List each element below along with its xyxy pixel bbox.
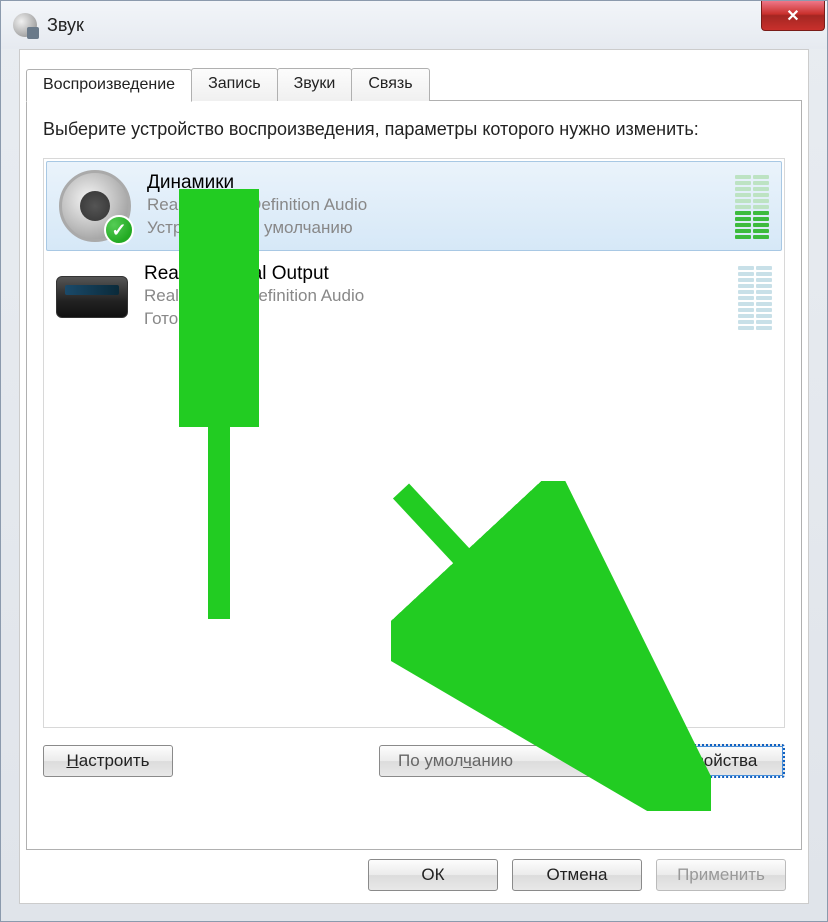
level-meter: [735, 173, 769, 239]
ok-button[interactable]: ОК: [368, 859, 498, 891]
panel-buttons: Настроить По умолчанию ▼ Свойства: [43, 744, 785, 778]
configure-label: Настроить: [66, 751, 149, 770]
close-icon: ✕: [786, 6, 799, 26]
dialog-body: Воспроизведение Запись Звуки Связь Выбер…: [19, 49, 809, 904]
sound-dialog: Звук ✕ Воспроизведение Запись Звуки Связ…: [0, 0, 828, 922]
titlebar: Звук ✕: [1, 1, 827, 49]
window-title: Звук: [47, 15, 84, 36]
device-driver: Realtek High Definition Audio: [144, 285, 722, 308]
configure-button[interactable]: Настроить: [43, 745, 173, 777]
apply-button[interactable]: Применить: [656, 859, 786, 891]
device-item-speakers[interactable]: ✓ Динамики Realtek High Definition Audio…: [46, 161, 782, 251]
device-driver: Realtek High Definition Audio: [147, 194, 719, 217]
sound-icon: [13, 13, 37, 37]
tab-panel-playback: Выберите устройство воспроизведения, пар…: [26, 100, 802, 850]
tab-strip: Воспроизведение Запись Звуки Связь: [20, 50, 808, 101]
dialog-buttons: ОК Отмена Применить: [368, 859, 786, 891]
instruction-text: Выберите устройство воспроизведения, пар…: [43, 117, 785, 142]
device-title: Realtek Digital Output: [144, 263, 722, 285]
cancel-button[interactable]: Отмена: [512, 859, 642, 891]
tab-sounds[interactable]: Звуки: [277, 68, 353, 101]
device-status: Устройство по умолчанию: [147, 217, 719, 240]
device-item-digital[interactable]: Realtek Digital Output Realtek High Defi…: [44, 253, 784, 341]
set-default-label: По умолчанию: [398, 751, 513, 771]
set-default-dropdown[interactable]: По умолчанию ▼: [379, 745, 639, 777]
device-status: Готов: [144, 308, 722, 331]
chevron-down-icon: ▼: [614, 754, 628, 768]
properties-button[interactable]: Свойства: [655, 744, 785, 778]
device-text: Realtek Digital Output Realtek High Defi…: [144, 263, 722, 331]
level-meter: [738, 264, 772, 330]
device-text: Динамики Realtek High Definition Audio У…: [147, 172, 719, 240]
device-title: Динамики: [147, 172, 719, 194]
device-list[interactable]: ✓ Динамики Realtek High Definition Audio…: [43, 158, 785, 728]
tab-recording[interactable]: Запись: [191, 68, 278, 101]
digital-output-icon: [56, 261, 128, 333]
tab-playback[interactable]: Воспроизведение: [26, 69, 192, 102]
default-check-icon: ✓: [104, 215, 134, 245]
properties-label: Свойства: [683, 751, 758, 770]
tab-communications[interactable]: Связь: [351, 68, 429, 101]
close-button[interactable]: ✕: [761, 1, 825, 31]
speaker-icon: ✓: [59, 170, 131, 242]
